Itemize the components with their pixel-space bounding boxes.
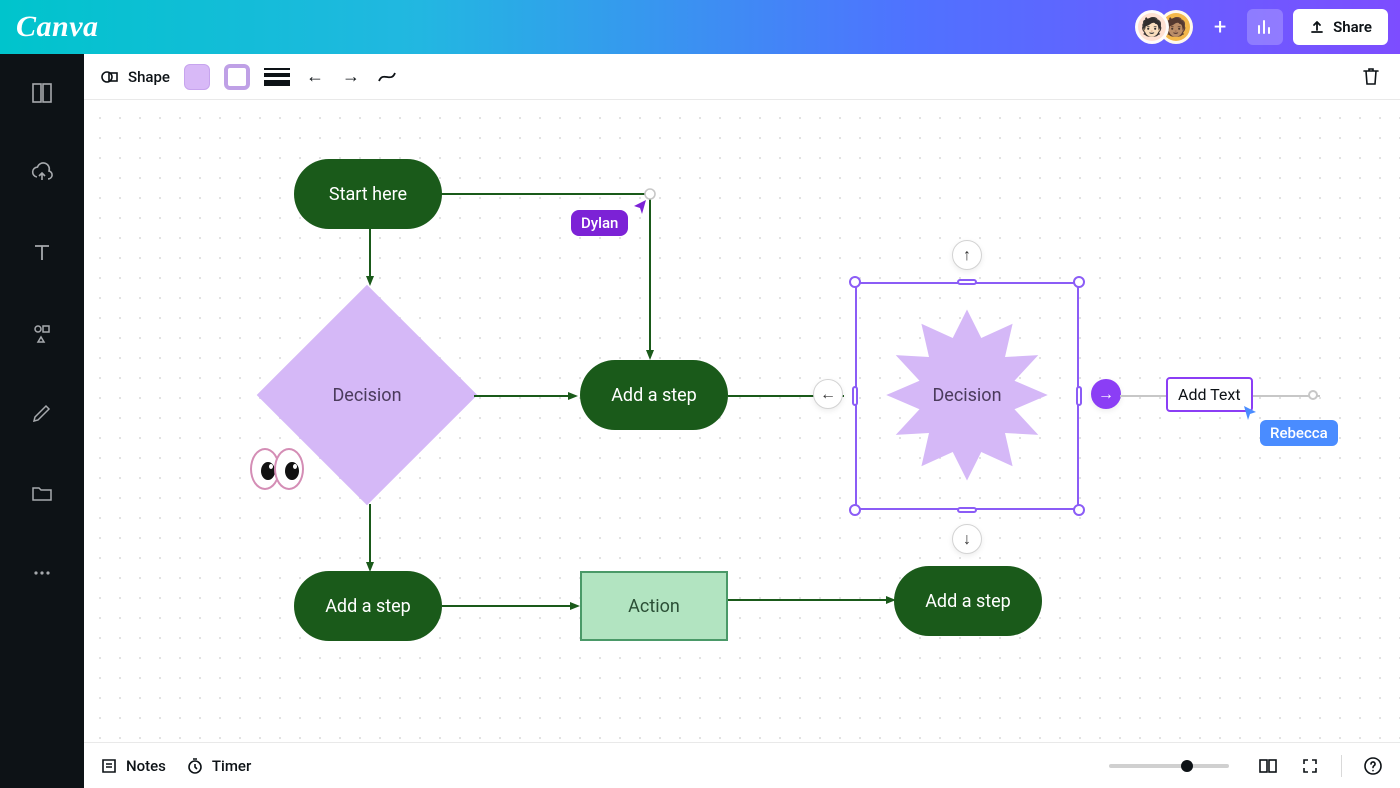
add-direction-up-button[interactable]: ↑ xyxy=(952,240,982,270)
selection-frame[interactable] xyxy=(855,282,1079,510)
connector[interactable] xyxy=(728,592,898,608)
shape-button[interactable]: Shape xyxy=(100,67,170,87)
connector[interactable] xyxy=(474,388,580,404)
collaborator-avatars[interactable]: 🧑🏻 🧑🏽 xyxy=(1135,10,1193,44)
node-label: Add a step xyxy=(325,596,411,617)
node-add-step[interactable]: Add a step xyxy=(294,571,442,641)
eyes-sticker[interactable] xyxy=(250,448,304,490)
arrow-start-button[interactable]: ← xyxy=(304,66,326,88)
add-text-node[interactable]: Add Text xyxy=(1166,377,1253,412)
selection-side-handle[interactable] xyxy=(852,386,858,406)
add-direction-down-button[interactable]: ↓ xyxy=(952,524,982,554)
side-panel xyxy=(0,54,84,788)
zoom-slider[interactable] xyxy=(1109,764,1229,768)
notes-label: Notes xyxy=(126,757,166,775)
line-weight-button[interactable] xyxy=(264,67,290,87)
node-add-step[interactable]: Add a step xyxy=(580,360,728,430)
fullscreen-button[interactable] xyxy=(1299,755,1321,777)
context-toolbar: Shape ← → xyxy=(84,54,1400,100)
editor: Shape ← → Start here xyxy=(84,54,1400,788)
zoom-knob[interactable] xyxy=(1181,760,1193,772)
node-label: Add Text xyxy=(1178,385,1241,404)
connector[interactable] xyxy=(362,504,378,574)
avatar[interactable]: 🧑🏻 xyxy=(1135,10,1169,44)
chart-icon xyxy=(1256,18,1274,36)
add-direction-left-button[interactable]: ← xyxy=(813,379,843,409)
connector[interactable] xyxy=(442,598,582,614)
help-button[interactable] xyxy=(1362,755,1384,777)
line-type-button[interactable] xyxy=(376,66,398,88)
node-label: Action xyxy=(628,596,680,617)
timer-button[interactable]: Timer xyxy=(186,757,251,775)
collaborator-cursor xyxy=(632,198,648,214)
node-action[interactable]: Action xyxy=(580,571,728,641)
notes-icon xyxy=(100,757,118,775)
node-label: Add a step xyxy=(925,591,1011,612)
text-icon[interactable] xyxy=(29,240,55,266)
border-color-swatch[interactable] xyxy=(224,64,250,90)
elements-icon[interactable] xyxy=(29,320,55,346)
timer-label: Timer xyxy=(212,757,251,775)
connector[interactable] xyxy=(440,186,660,362)
grid-view-button[interactable] xyxy=(1257,755,1279,777)
canvas[interactable]: Start here Decision Add a step xyxy=(84,100,1400,742)
top-bar: Canva 🧑🏻 🧑🏽 + Share xyxy=(0,0,1400,54)
arrow-end-button[interactable]: → xyxy=(340,66,362,88)
selection-handle[interactable] xyxy=(1073,276,1085,288)
fill-color-swatch[interactable] xyxy=(184,64,210,90)
notes-button[interactable]: Notes xyxy=(100,757,166,775)
collaborator-tag-dylan: Dylan xyxy=(571,210,628,236)
connector[interactable] xyxy=(362,228,378,288)
collaborator-cursor xyxy=(1242,404,1258,420)
insights-button[interactable] xyxy=(1247,9,1283,45)
uploads-icon[interactable] xyxy=(29,160,55,186)
add-collaborator-button[interactable]: + xyxy=(1203,10,1237,44)
shape-icon xyxy=(100,67,120,87)
node-add-step[interactable]: Add a step xyxy=(894,566,1042,636)
node-label: Add a step xyxy=(611,385,697,406)
selection-side-handle[interactable] xyxy=(957,507,977,513)
footer-bar: Notes Timer xyxy=(84,742,1400,788)
selection-side-handle[interactable] xyxy=(1076,386,1082,406)
selection-handle[interactable] xyxy=(849,276,861,288)
selection-handle[interactable] xyxy=(1073,504,1085,516)
add-direction-right-button[interactable]: → xyxy=(1091,379,1121,409)
connector-endpoint[interactable] xyxy=(1308,390,1318,400)
share-button[interactable]: Share xyxy=(1293,9,1388,45)
selection-side-handle[interactable] xyxy=(957,279,977,285)
upload-icon xyxy=(1309,19,1325,35)
draw-icon[interactable] xyxy=(29,400,55,426)
projects-icon[interactable] xyxy=(29,480,55,506)
node-start[interactable]: Start here xyxy=(294,159,442,229)
shape-label: Shape xyxy=(128,68,170,86)
separator xyxy=(1341,755,1342,777)
more-icon[interactable] xyxy=(29,560,55,586)
templates-icon[interactable] xyxy=(29,80,55,106)
topbar-right: 🧑🏻 🧑🏽 + Share xyxy=(1135,9,1388,45)
delete-button[interactable] xyxy=(1360,65,1384,89)
share-label: Share xyxy=(1333,18,1372,36)
node-label: Start here xyxy=(329,184,407,205)
selection-handle[interactable] xyxy=(849,504,861,516)
collaborator-tag-rebecca: Rebecca xyxy=(1260,420,1338,446)
canva-logo[interactable]: Canva xyxy=(16,10,99,44)
timer-icon xyxy=(186,757,204,775)
